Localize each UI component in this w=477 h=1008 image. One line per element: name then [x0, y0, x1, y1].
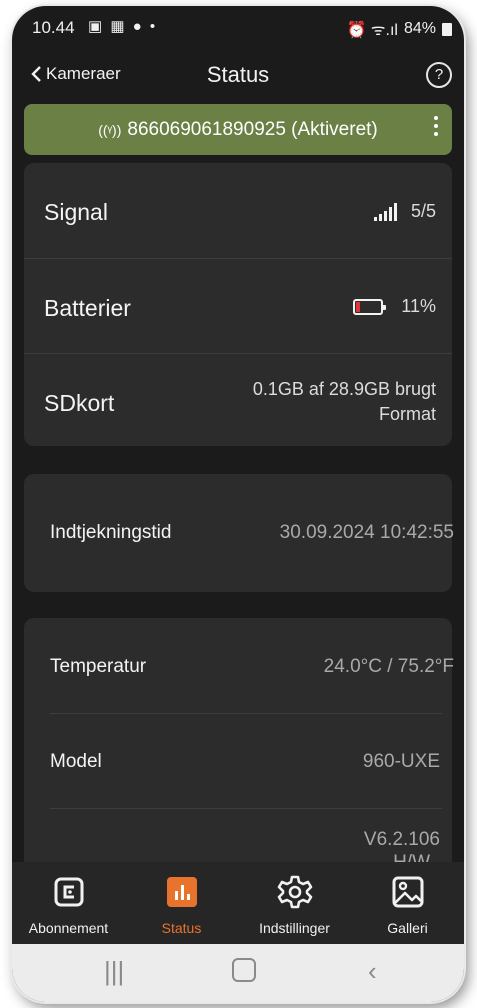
tab-gallery[interactable]: Galleri [351, 862, 464, 944]
device-selector[interactable]: ((ᵞ)) 866069061890925 (Aktiveret) [24, 104, 452, 155]
signal-value-wrap: 5/5 [373, 201, 436, 222]
help-icon[interactable]: ? [426, 62, 452, 88]
sdcard-row: SDkort 0.1GB af 28.9GB brugt Format [24, 354, 452, 446]
wallet-icon [54, 877, 83, 907]
home-button[interactable] [232, 958, 256, 989]
signal-row: Signal 5/5 [24, 163, 452, 258]
tab-status[interactable]: Status [125, 862, 238, 944]
battery-label: Batterier [44, 295, 131, 321]
nav-bar: Kameraer Status ? [12, 52, 464, 96]
battery-value-wrap: 11% [353, 296, 436, 317]
format-button[interactable]: Format [379, 404, 436, 425]
bottom-tab-bar: Abonnement Status Indstillinger Galleri [12, 862, 464, 944]
battery-level-icon [353, 299, 387, 316]
temperature-label: Temperatur [50, 656, 147, 677]
temperature-row: Temperatur 24.0°C / 75.2°F [24, 618, 454, 712]
status-time: 10.44 [32, 18, 75, 37]
system-status-bar: 10.44 ▣ ▦ ● • ⏰ ᯤ.ıl 84% [12, 6, 464, 48]
phone-screen: 10.44 ▣ ▦ ● • ⏰ ᯤ.ıl 84% Kameraer Status… [12, 6, 464, 1002]
checkin-value: 30.09.2024 10:42:55 [279, 522, 454, 543]
recent-apps-button[interactable]: ||| [104, 956, 124, 987]
model-value: 960-UXE [362, 751, 440, 772]
gear-icon [277, 875, 312, 909]
temperature-value: 24.0°C / 75.2°F [323, 656, 454, 677]
alarm-signal-icons: ⏰ ᯤ.ıl [346, 22, 398, 39]
tab-label: Indstillinger [259, 920, 330, 936]
battery-level-fill [356, 302, 361, 313]
image-icon [392, 876, 423, 908]
tab-label: Galleri [387, 920, 428, 936]
battery-percent: 84% [403, 20, 436, 37]
system-nav-bar: ||| ‹ [12, 944, 464, 1002]
battery-value: 11% [401, 296, 436, 316]
tab-label: Status [161, 920, 202, 936]
tab-subscription[interactable]: Abonnement [12, 862, 125, 944]
model-row: Model 960-UXE [24, 714, 452, 808]
page-title: Status [206, 62, 270, 87]
sdcard-usage: 0.1GB af 28.9GB brugt [252, 379, 436, 399]
tab-settings[interactable]: Indstillinger [238, 862, 351, 944]
more-options-icon[interactable] [434, 116, 438, 140]
sdcard-label: SDkort [44, 390, 115, 416]
battery-row: Batterier 11% [24, 259, 452, 353]
model-label: Model [50, 751, 102, 772]
signal-label: Signal [44, 199, 108, 225]
antenna-icon: ((ᵞ)) [98, 121, 122, 138]
bar-chart-icon [166, 877, 197, 907]
tab-label: Abonnement [28, 920, 109, 936]
firmware-version: V6.2.106 [363, 829, 440, 850]
checkin-row: Indtjekningstid 30.09.2024 10:42:55 [24, 474, 454, 592]
checkin-card: Indtjekningstid 30.09.2024 10:42:55 [24, 474, 454, 592]
battery-icon [442, 22, 452, 36]
status-card: Signal 5/5 Batterier 11% SDkort 0.1GB af… [24, 163, 452, 446]
notification-icons: ▣ ▦ ● • [88, 18, 158, 35]
signal-bars-icon [373, 203, 397, 222]
device-id-label: 866069061890925 (Aktiveret) [127, 118, 378, 140]
device-info-card: Temperatur 24.0°C / 75.2°F Model 960-UXE… [24, 618, 454, 878]
back-nav-button[interactable]: ‹ [368, 956, 377, 987]
checkin-label: Indtjekningstid [50, 522, 172, 543]
status-right: ⏰ ᯤ.ıl 84% [347, 18, 452, 40]
signal-value: 5/5 [410, 201, 436, 221]
